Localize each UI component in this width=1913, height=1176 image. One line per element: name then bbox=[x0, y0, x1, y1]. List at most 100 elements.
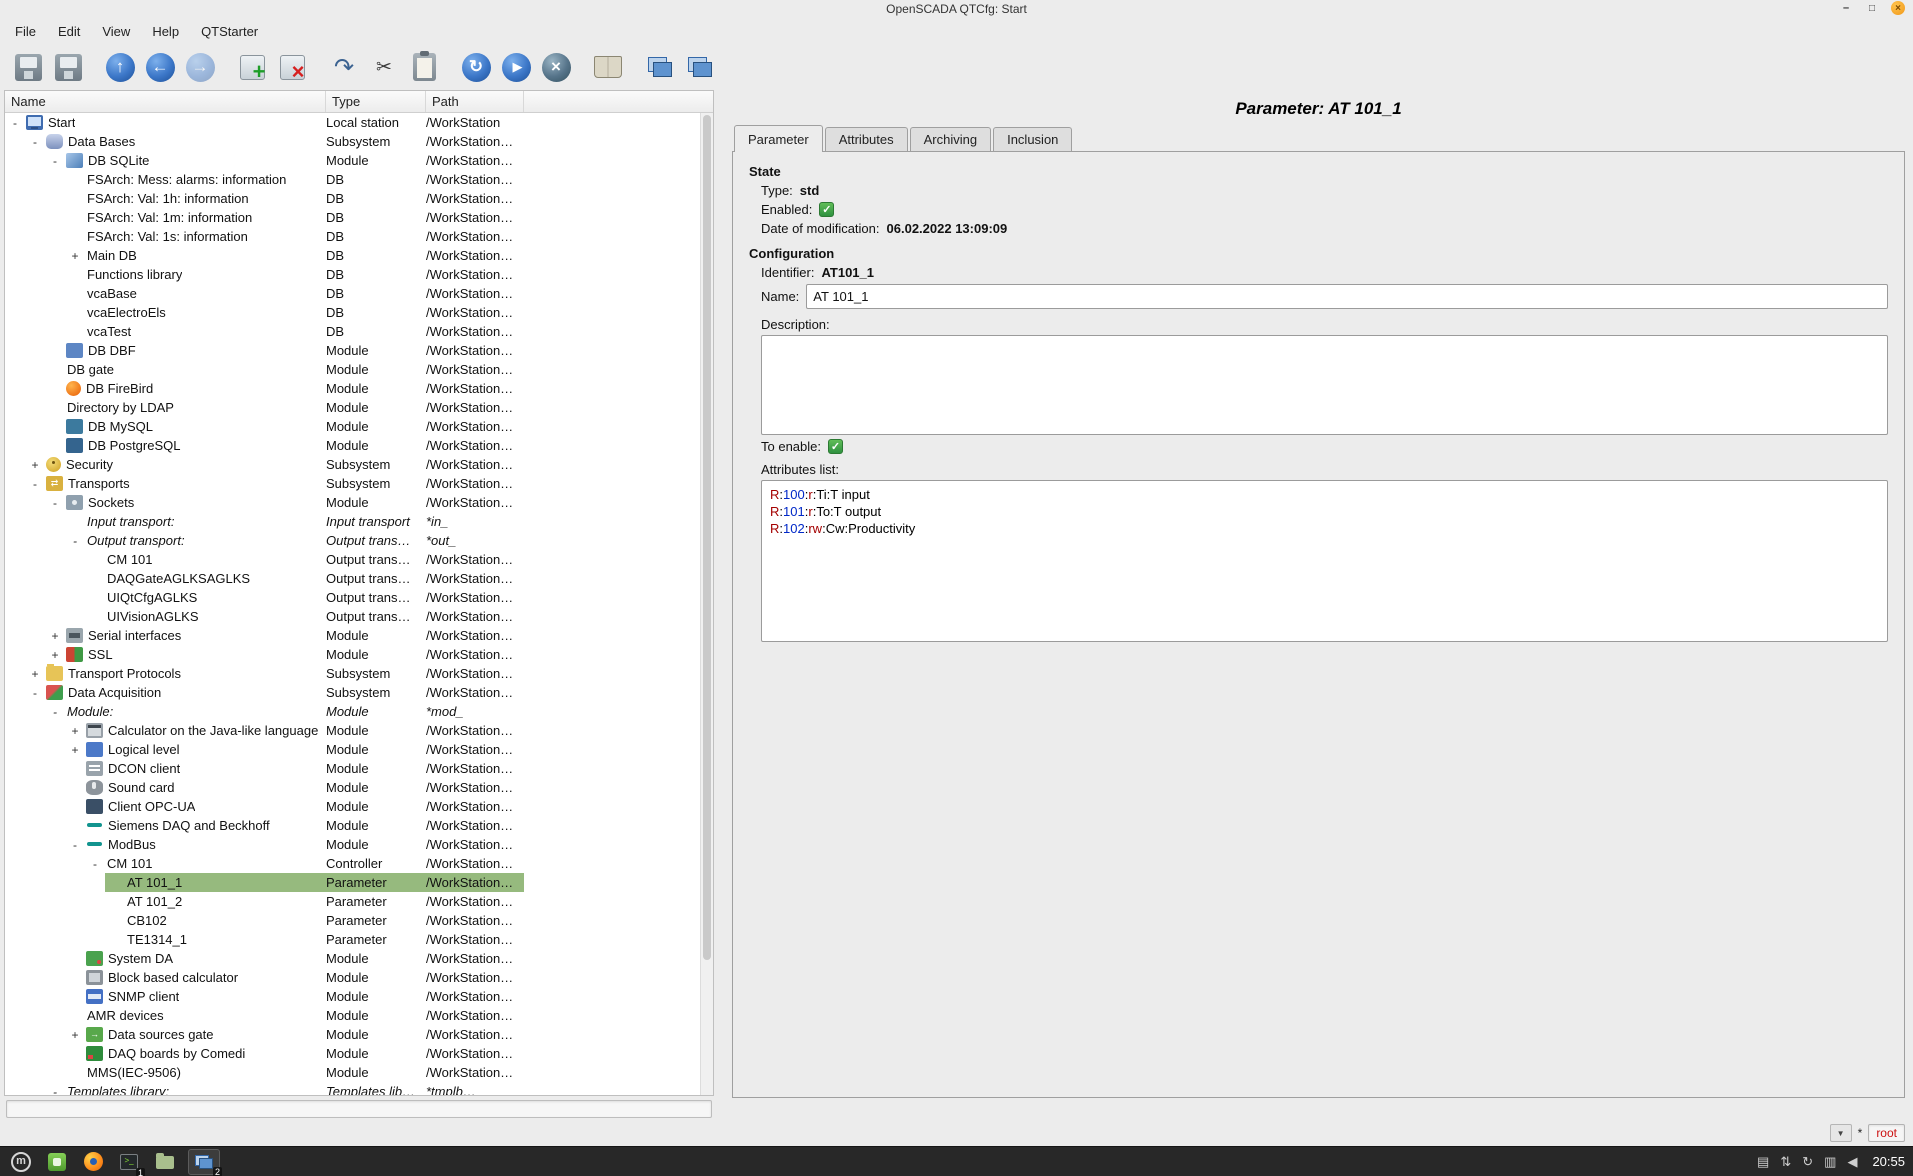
tab-archiving[interactable]: Archiving bbox=[910, 127, 991, 151]
name-input[interactable] bbox=[806, 284, 1888, 309]
tree-row[interactable]: AMR devicesModule/WorkStation… bbox=[5, 1006, 524, 1025]
tab-attributes[interactable]: Attributes bbox=[825, 127, 908, 151]
menu-help[interactable]: Help bbox=[141, 21, 190, 42]
tree-row[interactable]: DB DBFModule/WorkStation… bbox=[5, 341, 524, 360]
taskbar-window-button[interactable]: 2 bbox=[188, 1149, 220, 1175]
tree-row[interactable]: CB102Parameter/WorkStation… bbox=[5, 911, 524, 930]
expand-icon[interactable]: + bbox=[65, 249, 85, 263]
tree-row[interactable]: -TransportsSubsystem/WorkStation… bbox=[5, 474, 524, 493]
start-updating-button[interactable] bbox=[498, 49, 534, 85]
delete-item-button[interactable] bbox=[274, 49, 310, 85]
tree-row[interactable]: +Serial interfacesModule/WorkStation… bbox=[5, 626, 524, 645]
expand-icon[interactable]: + bbox=[45, 648, 65, 662]
collapse-icon[interactable]: - bbox=[25, 477, 45, 491]
collapse-icon[interactable]: - bbox=[65, 534, 85, 548]
tray-display-icon[interactable] bbox=[1824, 1154, 1836, 1170]
panel-selector-dropdown[interactable] bbox=[1830, 1124, 1852, 1142]
tree-row[interactable]: Block based calculatorModule/WorkStation… bbox=[5, 968, 524, 987]
refresh-button[interactable] bbox=[458, 49, 494, 85]
tab-inclusion[interactable]: Inclusion bbox=[993, 127, 1072, 151]
tree-row[interactable]: CM 101Output trans…/WorkStation… bbox=[5, 550, 524, 569]
tree-row[interactable]: DAQ boards by ComediModule/WorkStation… bbox=[5, 1044, 524, 1063]
tree-row[interactable]: -Data BasesSubsystem/WorkStation… bbox=[5, 132, 524, 151]
tray-volume-icon[interactable] bbox=[1847, 1154, 1857, 1170]
close-button[interactable] bbox=[1891, 1, 1905, 15]
tree-row[interactable]: FSArch: Val: 1s: informationDB/WorkStati… bbox=[5, 227, 524, 246]
tree-row[interactable]: Siemens DAQ and BeckhoffModule/WorkStati… bbox=[5, 816, 524, 835]
tree-row[interactable]: -CM 101Controller/WorkStation… bbox=[5, 854, 524, 873]
menu-qtstarter[interactable]: QTStarter bbox=[190, 21, 269, 42]
tree-scrollbar[interactable] bbox=[700, 113, 713, 1095]
add-item-button[interactable] bbox=[234, 49, 270, 85]
copy-item-button[interactable] bbox=[326, 49, 362, 85]
tree-row[interactable]: Input transport:Input transport*in_ bbox=[5, 512, 524, 531]
tree-row[interactable]: +Data sources gateModule/WorkStation… bbox=[5, 1025, 524, 1044]
tree-row[interactable]: +Transport ProtocolsSubsystem/WorkStatio… bbox=[5, 664, 524, 683]
tree-row[interactable]: Functions libraryDB/WorkStation… bbox=[5, 265, 524, 284]
load-from-db-button[interactable] bbox=[10, 49, 46, 85]
description-textarea[interactable] bbox=[761, 335, 1888, 435]
to-enable-checkbox[interactable] bbox=[828, 439, 843, 454]
menu-file[interactable]: File bbox=[4, 21, 47, 42]
go-next-button[interactable] bbox=[182, 49, 218, 85]
tree-row[interactable]: DAQGateAGLKSAGLKSOutput trans…/WorkStati… bbox=[5, 569, 524, 588]
tree-row[interactable]: vcaBaseDB/WorkStation… bbox=[5, 284, 524, 303]
firefox-launcher[interactable] bbox=[80, 1149, 106, 1175]
expand-icon[interactable]: + bbox=[65, 724, 85, 738]
column-header-type[interactable]: Type bbox=[326, 91, 426, 112]
collapse-icon[interactable]: - bbox=[45, 1085, 65, 1096]
tree-row[interactable]: -Templates library:Templates lib…*tmplb… bbox=[5, 1082, 524, 1095]
go-previous-button[interactable] bbox=[142, 49, 178, 85]
cut-item-button[interactable] bbox=[366, 49, 402, 85]
scrollbar-thumb[interactable] bbox=[703, 115, 711, 960]
tree-row[interactable]: MMS(IEC-9506)Module/WorkStation… bbox=[5, 1063, 524, 1082]
collapse-icon[interactable]: - bbox=[45, 496, 65, 510]
save-to-db-button[interactable] bbox=[50, 49, 86, 85]
collapse-icon[interactable]: - bbox=[85, 857, 105, 871]
tree-row[interactable]: DB MySQLModule/WorkStation… bbox=[5, 417, 524, 436]
collapse-icon[interactable]: - bbox=[45, 705, 65, 719]
window-1-button[interactable] bbox=[642, 49, 678, 85]
tree-row[interactable]: UIVisionAGLKSOutput trans…/WorkStation… bbox=[5, 607, 524, 626]
column-header-path[interactable]: Path bbox=[426, 91, 524, 112]
tree-row[interactable]: Directory by LDAPModule/WorkStation… bbox=[5, 398, 524, 417]
maximize-button[interactable] bbox=[1865, 1, 1879, 15]
mint-menu-launcher[interactable] bbox=[8, 1149, 34, 1175]
expand-icon[interactable]: + bbox=[25, 458, 45, 472]
collapse-icon[interactable]: - bbox=[25, 686, 45, 700]
tree-row[interactable]: +Main DBDB/WorkStation… bbox=[5, 246, 524, 265]
enabled-checkbox[interactable] bbox=[819, 202, 834, 217]
column-header-name[interactable]: Name bbox=[5, 91, 326, 112]
expand-icon[interactable]: + bbox=[25, 667, 45, 681]
collapse-icon[interactable]: - bbox=[25, 135, 45, 149]
tree-row[interactable]: DB PostgreSQLModule/WorkStation… bbox=[5, 436, 524, 455]
tree-row[interactable]: FSArch: Val: 1h: informationDB/WorkStati… bbox=[5, 189, 524, 208]
stop-updating-button[interactable] bbox=[538, 49, 574, 85]
attributes-list[interactable]: R:100:r:Ti:T inputR:101:r:To:T outputR:1… bbox=[761, 480, 1888, 642]
panel-splitter[interactable] bbox=[714, 90, 732, 1120]
collapse-icon[interactable]: - bbox=[5, 116, 25, 130]
current-user[interactable]: root bbox=[1868, 1124, 1905, 1142]
tree-row[interactable]: Client OPC-UAModule/WorkStation… bbox=[5, 797, 524, 816]
minimize-button[interactable] bbox=[1839, 1, 1853, 15]
tree-row[interactable]: Sound cardModule/WorkStation… bbox=[5, 778, 524, 797]
tree-row[interactable]: DB gateModule/WorkStation… bbox=[5, 360, 524, 379]
tray-network-icon[interactable] bbox=[1780, 1154, 1791, 1170]
expand-icon[interactable]: + bbox=[65, 1028, 85, 1042]
tree-row[interactable]: -DB SQLiteModule/WorkStation… bbox=[5, 151, 524, 170]
tree-row[interactable]: FSArch: Mess: alarms: informationDB/Work… bbox=[5, 170, 524, 189]
collapse-icon[interactable]: - bbox=[45, 154, 65, 168]
attribute-item[interactable]: R:100:r:Ti:T input bbox=[770, 486, 1879, 503]
tab-parameter[interactable]: Parameter bbox=[734, 125, 823, 152]
window-2-button[interactable] bbox=[682, 49, 718, 85]
attribute-item[interactable]: R:101:r:To:T output bbox=[770, 503, 1879, 520]
tray-keyboard-icon[interactable] bbox=[1757, 1154, 1769, 1170]
tree-row[interactable]: -Data AcquisitionSubsystem/WorkStation… bbox=[5, 683, 524, 702]
tree-row[interactable]: +Logical levelModule/WorkStation… bbox=[5, 740, 524, 759]
tree-row[interactable]: DB FireBirdModule/WorkStation… bbox=[5, 379, 524, 398]
tree-row[interactable]: AT 101_2Parameter/WorkStation… bbox=[5, 892, 524, 911]
tree-row[interactable]: +Calculator on the Java-like languageMod… bbox=[5, 721, 524, 740]
tree-row[interactable]: -SocketsModule/WorkStation… bbox=[5, 493, 524, 512]
tree-row[interactable]: -StartLocal station/WorkStation bbox=[5, 113, 524, 132]
manual-button[interactable] bbox=[590, 49, 626, 85]
